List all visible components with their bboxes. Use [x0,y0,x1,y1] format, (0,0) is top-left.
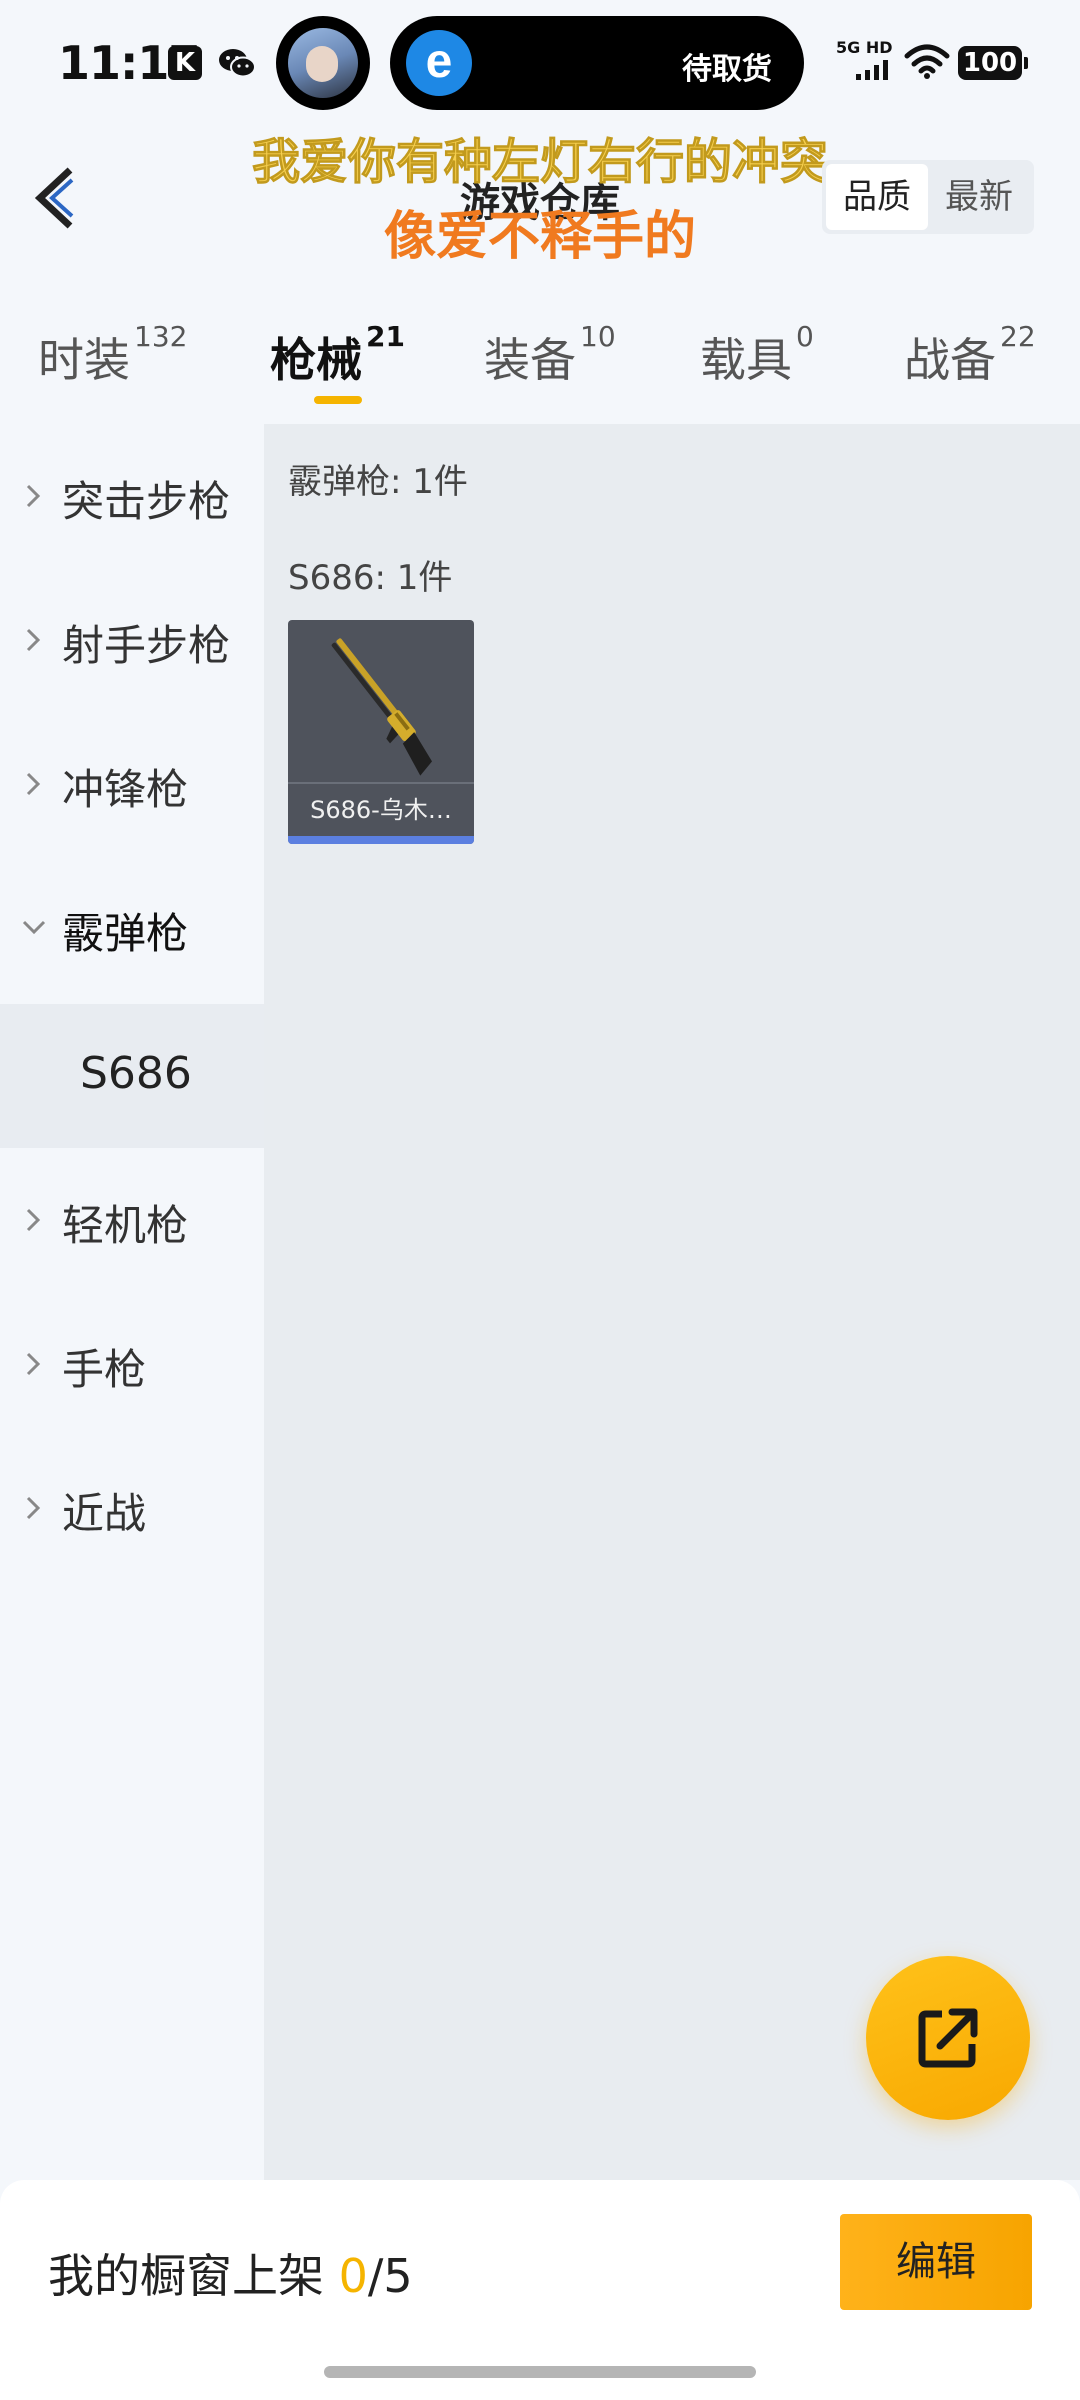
sidebar-subitem-s686[interactable]: S686 [0,1004,264,1148]
sidebar-subitem-label: S686 [80,1048,192,1099]
sort-latest-button[interactable]: 最新 [928,164,1030,230]
home-indicator[interactable] [324,2366,756,2378]
showcase-status: 我的橱窗上架 0/5 [48,2240,413,2306]
showcase-total: /5 [367,2249,413,2303]
status-bar: 11:17 K 待取货 5G HD 100 [0,0,1080,130]
showcase-count: 0 [338,2249,368,2303]
wechat-icon [219,49,256,78]
chevron-down-icon [22,920,46,935]
tab-count: 0 [796,320,814,353]
island-status-text: 待取货 [682,52,772,87]
chevron-right-icon [26,772,41,796]
subcategory-count-heading: S686: 1件 [288,558,453,598]
sidebar-item-label: 射手步枪 [62,621,231,670]
category-count-heading: 霰弹枪: 1件 [288,462,468,502]
tab-label: 时装 [38,333,130,387]
network-type: 5G HD [836,38,893,57]
tab-label: 战备 [904,333,996,387]
sidebar-item-pistol[interactable]: 手枪 [0,1292,264,1436]
card-divider [288,782,474,784]
sidebar-item-label: 轻机枪 [62,1201,189,1250]
tab-count: 132 [134,320,188,353]
sidebar-item-label: 近战 [62,1489,147,1538]
share-fab[interactable] [866,1956,1030,2120]
sidebar-item-melee[interactable]: 近战 [0,1436,264,1580]
dynamic-island[interactable]: 待取货 [390,16,804,110]
avatar-pill[interactable] [276,16,370,110]
sidebar-item-label: 突击步枪 [62,477,231,526]
item-name: S686-乌木… [310,796,452,824]
share-icon [918,2008,978,2068]
sort-toggle: 品质 最新 [822,160,1034,234]
sidebar-item-shotgun[interactable]: 霰弹枪 [0,856,264,1000]
sidebar-item-label: 冲锋枪 [62,765,189,814]
chevron-right-icon [26,1352,41,1376]
tab-battle-gear[interactable]: 战备 22 [904,320,1036,390]
sort-quality-button[interactable]: 品质 [826,164,928,230]
showcase-label: 我的橱窗上架 [48,2249,324,2303]
wifi-icon [904,44,950,79]
item-card[interactable]: S686-乌木… [288,620,474,844]
active-tab-indicator [314,396,362,404]
sidebar-item-assault-rifle[interactable]: 突击步枪 [0,424,264,568]
tab-count: 21 [366,320,405,353]
tab-label: 枪械 [270,333,362,387]
tab-label: 装备 [484,333,576,387]
avatar [288,28,358,98]
chevron-right-icon [26,628,41,652]
category-tabs: 时装 132 枪械 21 装备 10 载具 0 战备 22 [0,306,1080,416]
sidebar-item-label: 手枪 [62,1345,147,1394]
sidebar-item-marksman-rifle[interactable]: 射手步枪 [0,568,264,712]
chevron-right-icon [26,1208,41,1232]
tab-weapons[interactable]: 枪械 21 [270,320,405,390]
tab-vehicles[interactable]: 载具 0 [700,320,814,390]
edit-button[interactable]: 编辑 [840,2214,1032,2310]
sidebar-item-smg[interactable]: 冲锋枪 [0,712,264,856]
bottom-action-bar: 我的橱窗上架 0/5 编辑 [0,2180,1080,2400]
chevron-right-icon [26,484,41,508]
k-app-icon: K [168,46,202,80]
signal-icon [856,60,888,80]
sidebar-item-lmg[interactable]: 轻机枪 [0,1148,264,1292]
tab-equipment[interactable]: 装备 10 [484,320,616,390]
tab-label: 载具 [700,333,792,387]
tab-count: 22 [1000,320,1036,353]
chevron-right-icon [26,1496,41,1520]
inventory-content: 霰弹枪: 1件 S686: 1件 S686-乌木… [264,424,1080,2180]
eleme-icon [406,30,472,96]
shotgun-icon [331,638,433,776]
rarity-bar [288,836,474,844]
tab-count: 10 [580,320,616,353]
sidebar-item-label: 霰弹枪 [62,909,189,958]
tab-fashion[interactable]: 时装 132 [38,320,187,390]
weapon-category-sidebar: 突击步枪 射手步枪 冲锋枪 霰弹枪 S686 轻机枪 手枪 近战 [0,424,264,2180]
battery-indicator: 100 [958,46,1028,80]
